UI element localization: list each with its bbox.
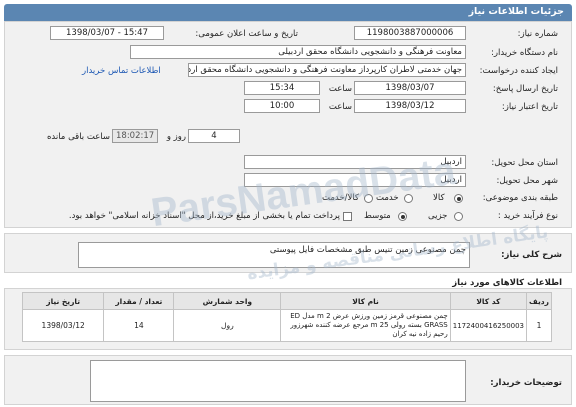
send-deadline-label: تاریخ ارسال پاسخ: [492,84,558,94]
validity-date: 1398/03/12 [354,99,466,113]
buyer-label: نام دستگاه خریدار: [491,48,558,58]
send-deadline-time: 15:34 [244,81,320,95]
table-row: 1 1172400416250003 چمن مصنوعی قرمز زمین … [21,309,552,342]
col-row: ردیف [526,292,552,310]
category-goods-label: کالا [433,193,445,203]
buyer-field: معاونت فرهنگی و دانشجویی دانشگاه محقق ار… [130,45,466,59]
category-radio-both[interactable] [364,194,373,203]
description-field: چمن مصنوعی زمین تنیس طبق مشخصات فایل پیو… [78,242,470,268]
cell-name: چمن مصنوعی قرمز زمین ورزش عرض 2 m مدل ED… [280,309,451,342]
col-code: کد کالا [449,292,528,310]
items-table: ردیف کد کالا نام کالا واحد شمارش تعداد /… [21,292,552,342]
category-both-label: کالا/خدمت [322,193,359,203]
process-radio-minor[interactable] [454,212,463,221]
page-header: جزئیات اطلاعات نیاز [4,4,572,21]
creator-label: ایجاد کننده درخواست: [479,66,558,76]
items-section-title: اطلاعات کالاهای مورد نیاز [452,278,562,288]
description-label: شرح کلی نیاز: [501,250,562,260]
col-name: نام کالا [280,292,451,310]
remaining-time: 18:02:17 [112,129,158,143]
buyer-notes-field [90,360,466,402]
province-field: اردبیل [244,155,466,169]
page-title: جزئیات اطلاعات نیاز [468,6,564,17]
treasury-payment-note: پرداخت تمام یا بخشی از مبلغ خرید،از محل … [68,211,340,221]
creator-field: جهان خدمتی لاطران کارپرداز معاونت فرهنگی… [188,63,466,77]
cell-date: 1398/03/12 [21,309,105,342]
cell-unit: رول [173,309,282,342]
cell-qty: 14 [103,309,175,342]
category-radio-service[interactable] [404,194,413,203]
province-label: استان محل تحویل: [491,158,558,168]
category-label: طبقه بندی موضوعی: [482,193,558,203]
col-unit: واحد شمارش [173,292,282,310]
need-number-field: 1198003887000006 [354,26,466,40]
send-deadline-date: 1398/03/07 [354,81,466,95]
cell-code: 1172400416250003 [449,309,528,342]
process-minor-label: جزیی [428,211,448,221]
buyer-notes-label: توضیحات خریدار: [490,378,562,388]
validity-time-label: ساعت [328,102,352,112]
city-label: شهر محل تحویل: [496,176,558,186]
need-number-label: شماره نیاز: [517,29,558,39]
send-time-label: ساعت [328,84,352,94]
city-field: اردبیل [244,173,466,187]
category-radio-goods[interactable] [454,194,463,203]
process-medium-label: متوسط [364,211,391,221]
contact-info-link[interactable]: اطلاعات تماس خریدار [82,66,161,76]
remaining-label: ساعت باقی مانده [46,132,110,142]
col-qty: تعداد / مقدار [103,292,175,310]
cell-row: 1 [526,309,552,342]
treasury-payment-checkbox[interactable] [343,212,352,221]
validity-label: تاریخ اعتبار نیاز: [501,102,558,112]
col-date: تاریخ نیاز [21,292,105,310]
announce-label: تاریخ و ساعت اعلان عمومی: [195,29,298,39]
items-header-row: ردیف کد کالا نام کالا واحد شمارش تعداد /… [21,292,552,310]
announce-field: 1398/03/07 - 15:47 [50,26,164,40]
process-radio-medium[interactable] [398,212,407,221]
remaining-days: 4 [188,129,240,143]
category-service-label: خدمت [376,193,399,203]
day-and-label: روز و [166,132,186,142]
process-label: نوع فرآیند خرید : [497,211,558,221]
validity-time: 10:00 [244,99,320,113]
